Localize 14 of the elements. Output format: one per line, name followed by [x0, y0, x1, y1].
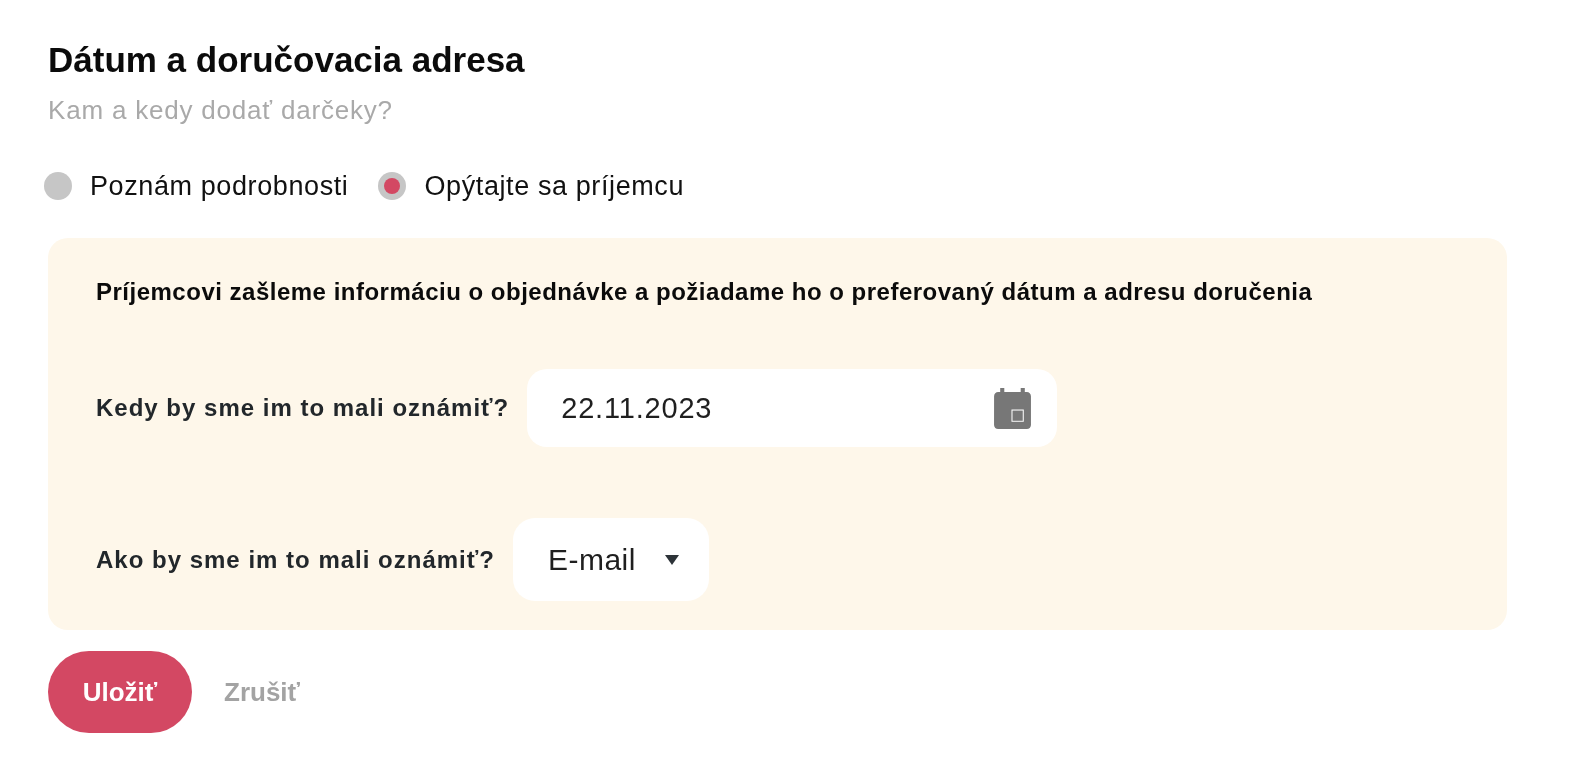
radio-button[interactable]	[44, 172, 72, 200]
radio-button[interactable]	[378, 172, 407, 200]
info-message: Príjemcovi zašleme informáciu o objednávke a požiadame ho o preferovaný dátum a adresu doručenia	[96, 277, 1314, 307]
dropdown[interactable]: E-mail	[512, 518, 709, 601]
save-button[interactable]: Uložiť	[48, 651, 192, 733]
field-label: Kedy by sme im to mali oznámiť?	[96, 394, 510, 422]
radio-label[interactable]: Opýtajte sa príjemcu	[424, 170, 685, 202]
section-title: Dátum a doručovacia adresa	[48, 40, 526, 80]
section-subtitle: Kam a kedy dodať darčeky?	[48, 94, 394, 126]
date-field[interactable]: 22.11.2023	[527, 369, 1058, 447]
caret-icon	[664, 554, 679, 565]
field-label: Ako by sme im to mali oznámiť?	[96, 545, 495, 574]
radio-label[interactable]: Poznám podrobnosti	[90, 170, 349, 202]
calendar-icon	[994, 387, 1032, 429]
